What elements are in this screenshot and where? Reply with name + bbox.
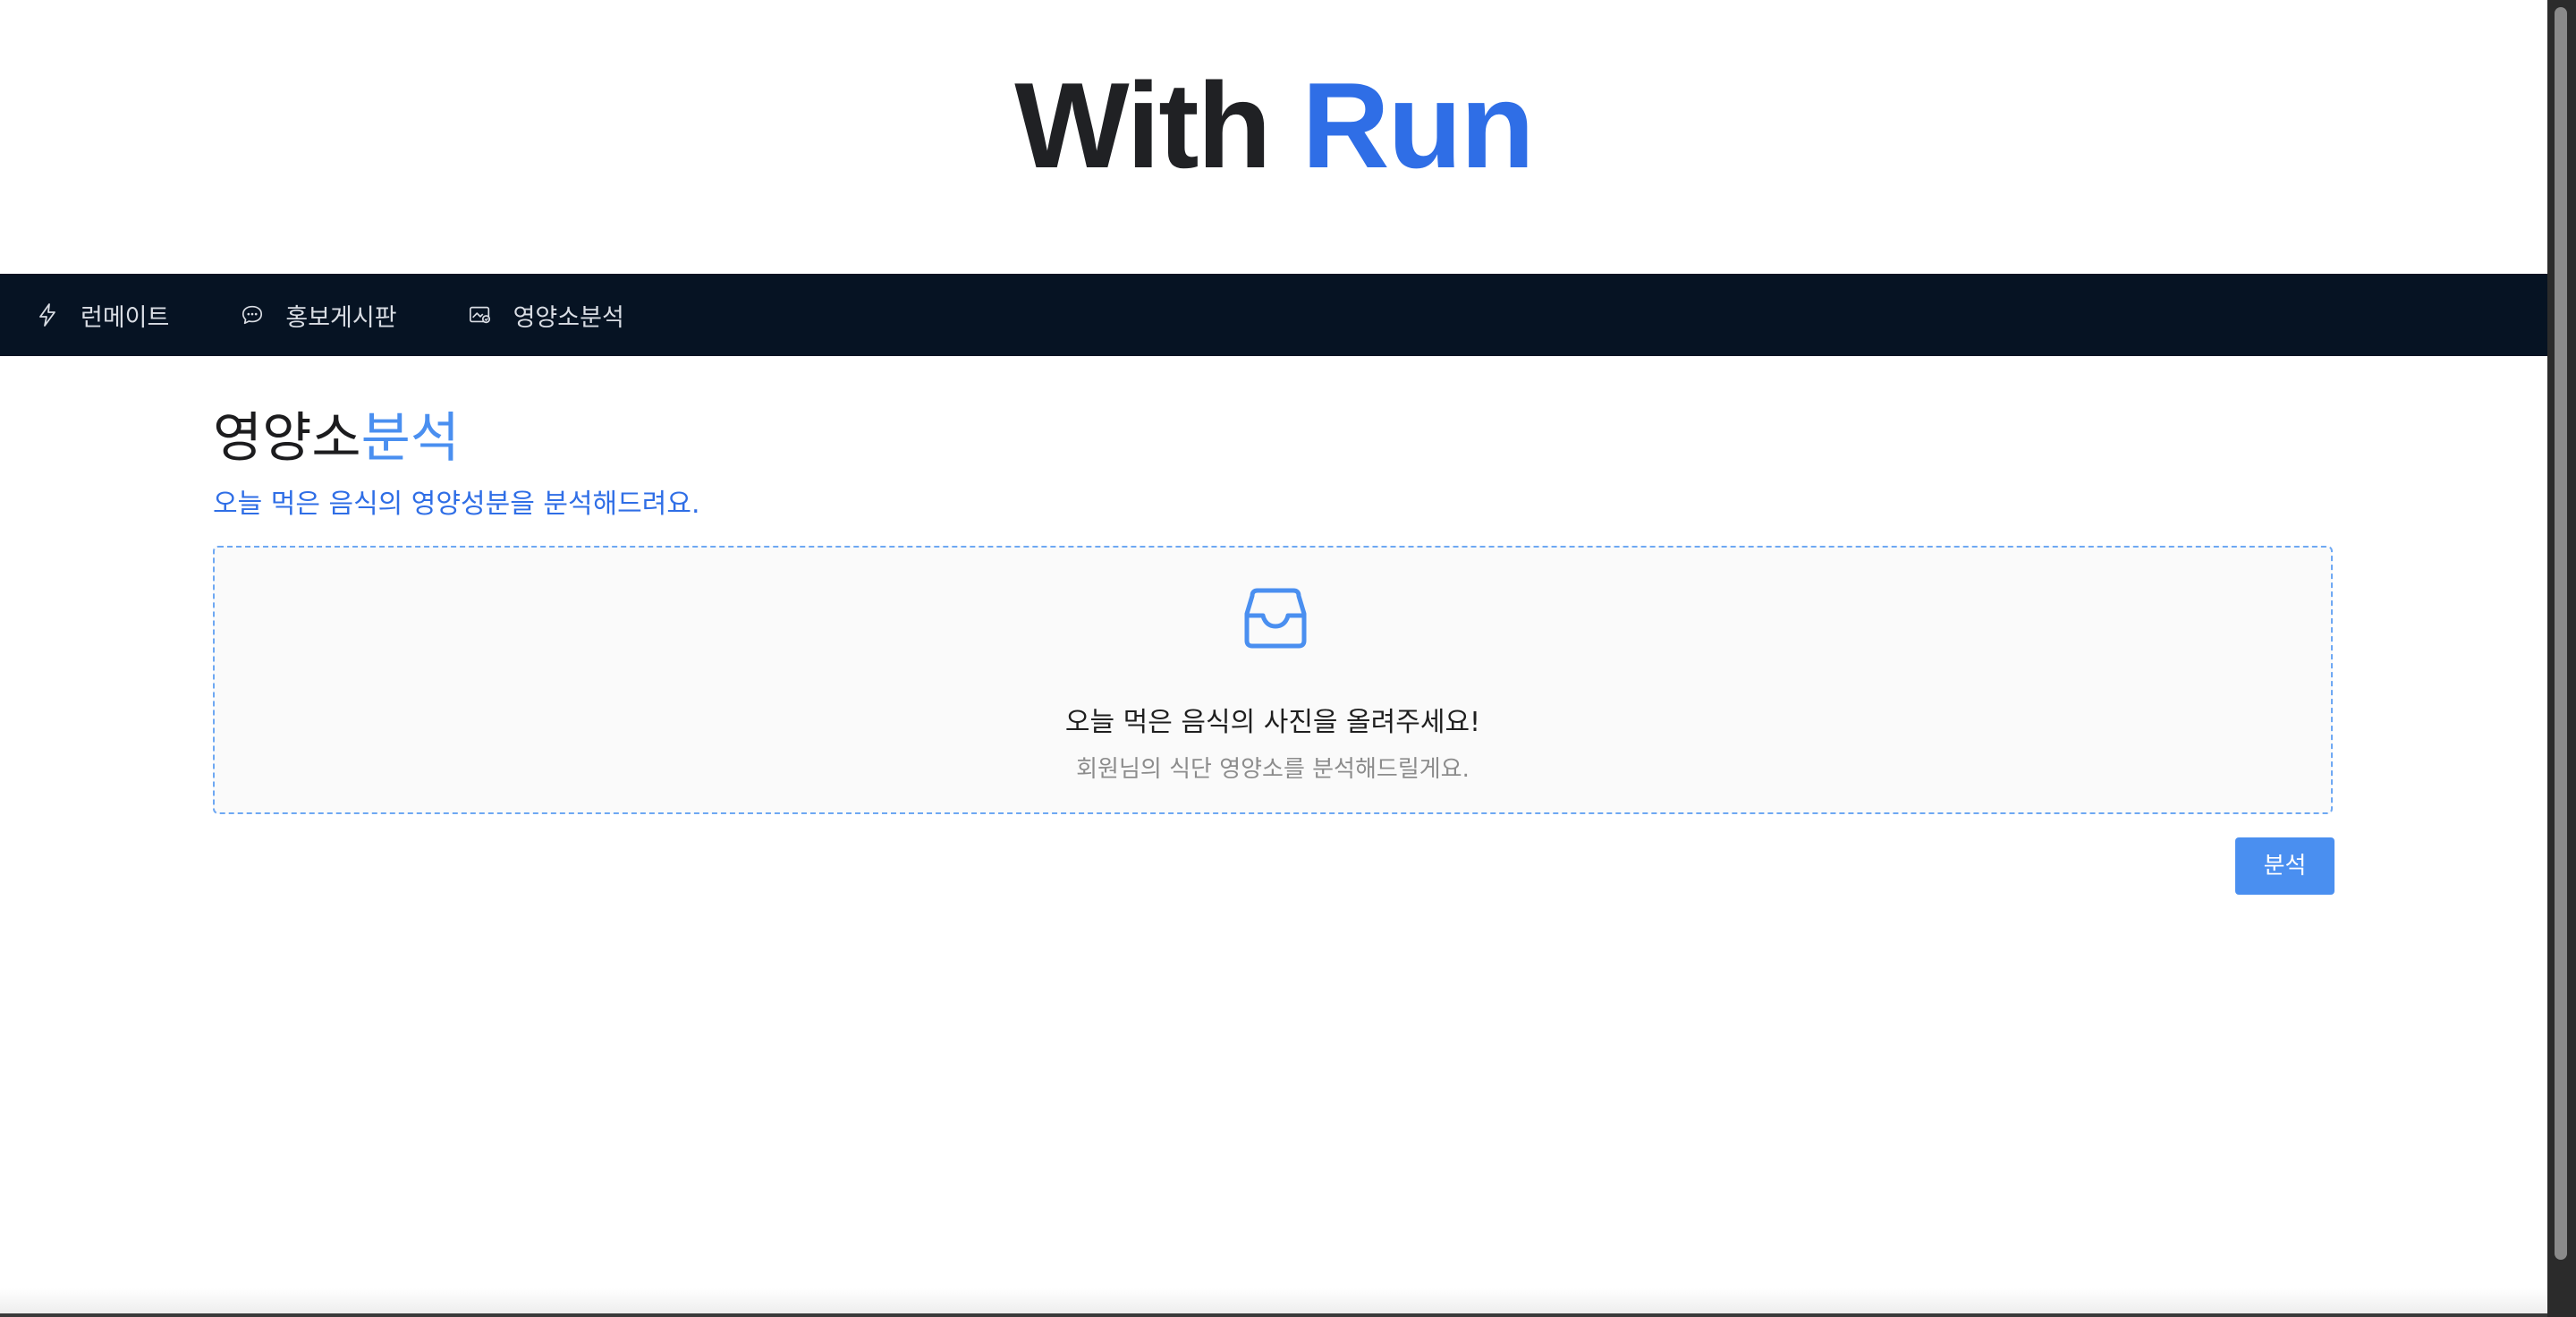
- main-content: 영양소분석 오늘 먹은 음식의 영양성분을 분석해드려요. 오늘 먹은 음식의 …: [213, 404, 2336, 895]
- image-upload-dropzone[interactable]: 오늘 먹은 음식의 사진을 올려주세요! 회원님의 식단 영양소를 분석해드릴게…: [213, 546, 2333, 814]
- upload-hint: 회원님의 식단 영양소를 분석해드릴게요.: [1076, 756, 1470, 783]
- main-navigation: 런메이트 홍보게시판 영양소분석: [0, 274, 2547, 356]
- nav-item-nutrition-analysis[interactable]: 영양소분석: [469, 274, 624, 356]
- brand-run: Run: [1301, 57, 1534, 193]
- page-title-part1: 영양소: [213, 407, 361, 470]
- nav-item-runmate[interactable]: 런메이트: [36, 274, 169, 356]
- brand-logo[interactable]: With Run: [0, 54, 2547, 197]
- lightning-icon: [36, 303, 59, 327]
- window-bottom-edge: [0, 1313, 2547, 1317]
- image-analysis-icon: [469, 303, 492, 327]
- chat-bubble-icon: [241, 303, 264, 327]
- nav-item-promo-board[interactable]: 홍보게시판: [241, 274, 397, 356]
- page-subtitle: 오늘 먹은 음식의 영양성분을 분석해드려요.: [213, 489, 700, 520]
- nav-item-label: 영양소분석: [513, 303, 624, 332]
- brand-with: With: [1014, 57, 1271, 193]
- inbox-icon: [1241, 583, 1309, 651]
- vertical-scrollbar[interactable]: [2547, 0, 2576, 1317]
- nav-item-label: 홍보게시판: [285, 303, 397, 332]
- scrollbar-thumb[interactable]: [2555, 7, 2567, 1260]
- page-title-part2: 분석: [360, 407, 461, 470]
- analyze-button[interactable]: 분석: [2235, 837, 2334, 895]
- app-page: With Run 런메이트 홍보게시판 영양소분석 영양소분석 오늘 먹은 음식…: [0, 0, 2576, 1317]
- nav-item-label: 런메이트: [80, 303, 170, 332]
- page-title: 영양소분석: [213, 404, 2336, 472]
- upload-instruction: 오늘 먹은 음식의 사진을 올려주세요!: [1064, 707, 1481, 738]
